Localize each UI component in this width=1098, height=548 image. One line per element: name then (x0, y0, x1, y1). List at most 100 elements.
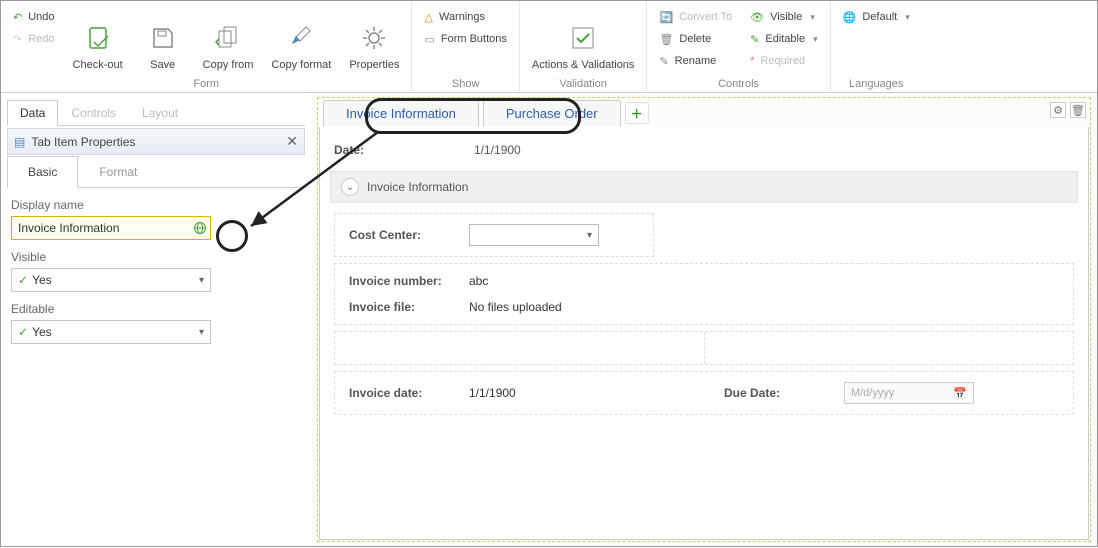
sub-tab-format[interactable]: Format (78, 156, 158, 188)
checkout-button[interactable]: Check-out (69, 5, 127, 73)
sub-tabs: Basic Format (7, 155, 305, 188)
canvas: ⚙ 🗑 Invoice Information Purchase Order ＋… (317, 97, 1091, 542)
options-icon[interactable]: ⚙ (1050, 102, 1066, 118)
right-panel: ⚙ 🗑 Invoice Information Purchase Order ＋… (311, 93, 1097, 546)
actions-validations-button[interactable]: Actions & Validations (528, 5, 639, 73)
copyfrom-button[interactable]: Copy from (199, 5, 258, 73)
left-tab-controls[interactable]: Controls (58, 100, 129, 126)
costcenter-label: Cost Center: (349, 228, 469, 242)
editable-field-label: Editable (11, 302, 301, 316)
calendar-icon: 📅 (953, 387, 967, 400)
close-icon[interactable]: ✕ (286, 133, 298, 150)
ribbon-group-controls: 🔄 Convert To 🗑Delete ✎Rename 👁 Visible ▾ ✎E… (647, 1, 830, 92)
globe-icon[interactable] (193, 221, 207, 235)
rename-icon: ✎ (659, 55, 668, 68)
required-label: Required (760, 55, 805, 67)
checkout-label: Check-out (73, 59, 123, 71)
invoicedate-value: 1/1/1900 (469, 386, 516, 400)
editable-field: Editable ✓ Yes ▾ (11, 302, 301, 344)
group-languages-label: Languages (849, 76, 903, 90)
canvas-tools: ⚙ 🗑 (1050, 102, 1086, 118)
check-icon (569, 21, 597, 55)
copyfrom-icon (215, 21, 241, 55)
rename-button[interactable]: ✎Rename (655, 51, 736, 71)
copyformat-button[interactable]: Copy format (267, 5, 335, 73)
visible-button[interactable]: 👁Visible▾ (746, 7, 822, 27)
displayname-label: Display name (11, 198, 301, 212)
redo-button[interactable]: ↷ Redo (9, 29, 59, 49)
globe-icon: 🌐 (843, 11, 857, 24)
visible-label: Visible (770, 11, 802, 23)
main: Data Controls Layout ▤ Tab Item Properti… (1, 93, 1097, 546)
undo-label: Undo (28, 11, 54, 23)
visible-value: Yes (32, 273, 199, 287)
save-icon (150, 21, 176, 55)
costcenter-group: Cost Center: ▾ (334, 213, 654, 257)
checkout-icon (84, 21, 112, 55)
convert-icon: 🔄 (659, 11, 673, 24)
warnings-label: Warnings (439, 11, 485, 23)
delete-icon[interactable]: 🗑 (1070, 102, 1086, 118)
required-button[interactable]: * Required (746, 51, 822, 71)
chevron-down-icon: ▾ (199, 275, 204, 286)
add-tab-button[interactable]: ＋ (625, 102, 649, 124)
brush-icon (288, 21, 314, 55)
date-label: Date: (334, 143, 474, 157)
delete-button[interactable]: 🗑Delete (655, 29, 736, 49)
warnings-button[interactable]: △ Warnings (420, 7, 510, 27)
doc-tab-purchaseorder[interactable]: Purchase Order (483, 100, 621, 126)
undo-icon: ↶ (13, 11, 22, 24)
collapse-icon[interactable]: ⌄ (341, 178, 359, 196)
property-header-title: Tab Item Properties (31, 135, 135, 149)
ribbon-group-show: △ Warnings ▭ Form Buttons Show (412, 1, 519, 92)
editable-button[interactable]: ✎Editable▾ (746, 29, 822, 49)
doc-tabstrip: Invoice Information Purchase Order ＋ (319, 99, 1089, 127)
costcenter-dropdown[interactable]: ▾ (469, 224, 599, 246)
save-button[interactable]: Save (137, 5, 189, 73)
trash-icon: 🗑 (659, 33, 673, 46)
duedate-placeholder: M/d/yyyy (851, 387, 894, 399)
group-controls-label: Controls (718, 76, 759, 90)
property-header: ▤ Tab Item Properties ✕ (7, 128, 305, 155)
properties-button[interactable]: Properties (345, 5, 403, 73)
doc-body: Date: 1/1/1900 ⌄ Invoice Information Cos… (319, 127, 1089, 540)
left-panel: Data Controls Layout ▤ Tab Item Properti… (1, 93, 311, 546)
dates-group: Invoice date: 1/1/1900 Due Date: M/d/yyy… (334, 371, 1074, 415)
visible-select[interactable]: ✓ Yes ▾ (11, 268, 211, 292)
actions-validations-label: Actions & Validations (532, 59, 635, 71)
eye-icon: 👁 (750, 11, 764, 24)
doc-tab-invoiceinfo[interactable]: Invoice Information (323, 100, 479, 126)
undo-button[interactable]: ↶ Undo (9, 7, 59, 27)
invoicedate-label: Invoice date: (349, 386, 469, 400)
editable-select[interactable]: ✓ Yes ▾ (11, 320, 211, 344)
left-tab-data[interactable]: Data (7, 100, 58, 126)
displayname-input[interactable] (11, 216, 211, 240)
chevron-down-icon: ▾ (813, 34, 818, 45)
formbuttons-label: Form Buttons (441, 33, 507, 45)
check-icon: ✓ (18, 325, 28, 339)
group-form-label: Form (193, 76, 219, 90)
check-icon: ✓ (18, 273, 28, 287)
asterisk-icon: * (750, 55, 754, 67)
warning-icon: △ (424, 11, 432, 24)
invoicenumber-group: Invoice number: abc Invoice file: No fil… (334, 263, 1074, 325)
duedate-input[interactable]: M/d/yyyy 📅 (844, 382, 974, 404)
convertto-label: Convert To (679, 11, 732, 23)
ribbon-group-form: ↶ Undo ↷ Redo Check-out Save Copy from (1, 1, 412, 92)
left-tab-layout[interactable]: Layout (129, 100, 191, 126)
default-language-button[interactable]: 🌐Default▾ (839, 7, 914, 27)
visible-field: Visible ✓ Yes ▾ (11, 250, 301, 292)
invoicenumber-value: abc (469, 274, 488, 288)
displayname-field: Display name (11, 198, 301, 240)
left-tabs: Data Controls Layout (7, 99, 305, 126)
date-value: 1/1/1900 (474, 143, 521, 157)
empty-layout-row[interactable] (334, 331, 1074, 365)
date-row: Date: 1/1/1900 (330, 135, 1078, 165)
gear-icon (360, 21, 388, 55)
editable-value: Yes (32, 325, 199, 339)
formbuttons-button[interactable]: ▭ Form Buttons (420, 29, 510, 49)
section-header[interactable]: ⌄ Invoice Information (330, 171, 1078, 203)
convertto-button[interactable]: 🔄 Convert To (655, 7, 736, 27)
section-title: Invoice Information (367, 180, 468, 194)
sub-tab-basic[interactable]: Basic (7, 156, 78, 188)
